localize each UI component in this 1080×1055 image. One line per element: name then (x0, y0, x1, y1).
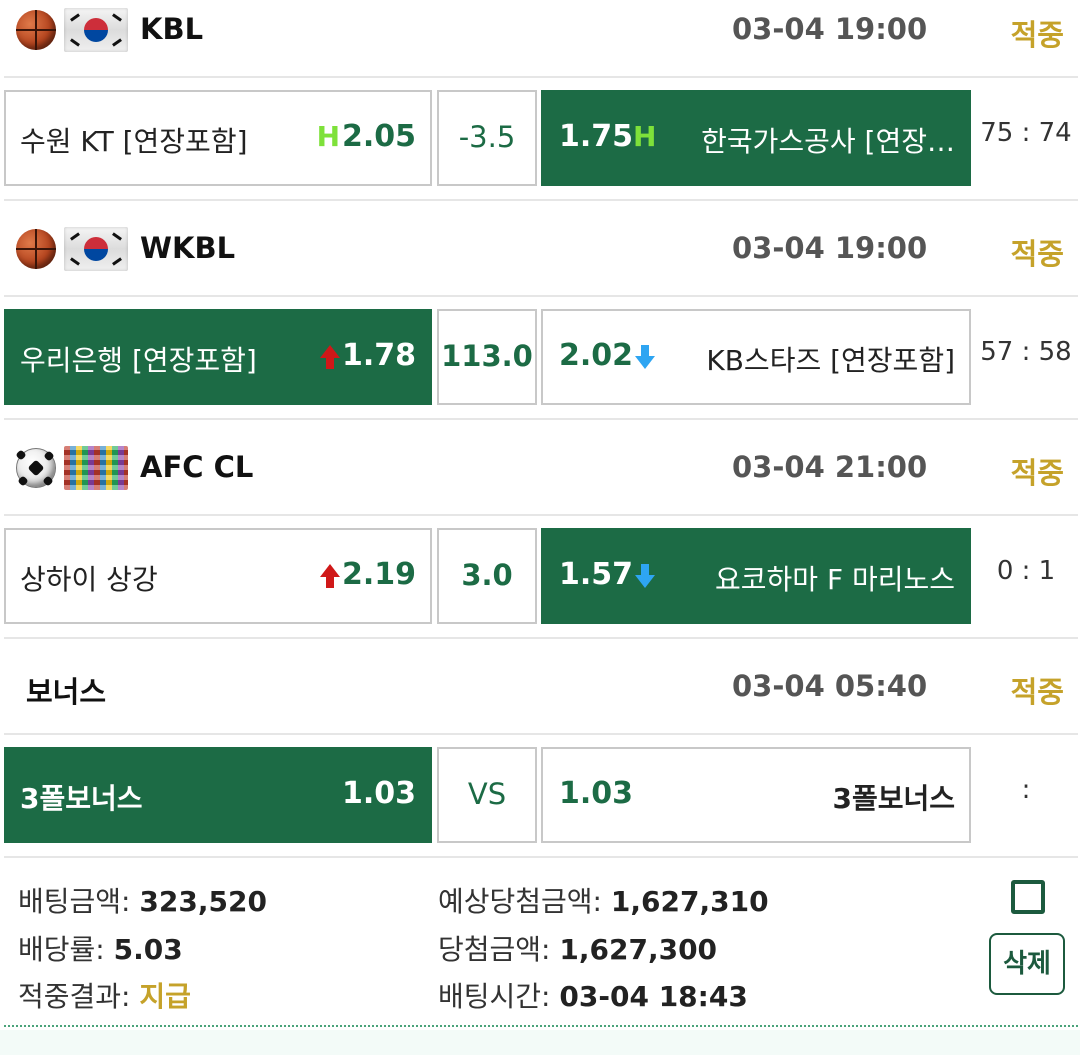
league-name: WKBL (140, 231, 236, 265)
winnings-label: 당첨금액: (438, 933, 551, 966)
korea-flag-icon (64, 227, 128, 271)
away-team-name: 요코하마 F 마리노스 (715, 563, 955, 596)
next-item-strip (0, 1030, 1080, 1055)
league-name: AFC CL (140, 450, 254, 484)
delete-button[interactable]: 삭제 (989, 933, 1065, 995)
away-team-name: KB스타즈 [연장포함] (706, 344, 955, 377)
home-bet-cell[interactable]: 상하이 상강 2.19 (4, 528, 432, 624)
result-label: 적중결과: (18, 980, 131, 1013)
handicap-value: -3.5 (458, 120, 516, 154)
away-bet-cell[interactable]: 2.02 KB스타즈 [연장포함] (541, 309, 971, 405)
basketball-icon (16, 10, 56, 50)
home-team-name: 상하이 상강 (20, 563, 158, 596)
h-marker-icon: H (316, 120, 340, 153)
handicap-cell: 113.0 (437, 309, 537, 405)
status-badge: 적중 (1010, 456, 1064, 490)
home-team-name: 수원 KT [연장포함] (20, 125, 248, 158)
expected-label: 예상당첨금액: (438, 885, 602, 918)
handicap-cell: VS (437, 747, 537, 843)
select-checkbox[interactable] (1011, 880, 1045, 914)
game-header-kbl: KBL 03-04 19:00 적중 (0, 0, 1080, 66)
bet-amount-line: 배팅금액: 323,520 (18, 880, 267, 920)
expected-line: 예상당첨금액: 1,627,310 (438, 880, 769, 920)
away-odds: 1.03 (559, 776, 634, 811)
world-flags-icon (64, 446, 128, 490)
away-bet-cell[interactable]: 1.75 H 한국가스공사 [연장… (541, 90, 971, 186)
dividend-value: 5.03 (113, 933, 183, 966)
arrow-up-icon (318, 345, 342, 371)
bet-amount-label: 배팅금액: (18, 885, 131, 918)
home-odds: 2.19 (341, 557, 416, 592)
game-header-wkbl: WKBL 03-04 19:00 적중 (0, 219, 1080, 285)
home-odds: 1.78 (341, 338, 416, 373)
game-datetime: 03-04 21:00 (732, 450, 928, 484)
game-row-bonus: 3폴보너스 1.03 VS 1.03 3폴보너스 : (0, 747, 1080, 847)
game-datetime: 03-04 19:00 (732, 12, 928, 46)
away-team-name: 한국가스공사 [연장… (701, 125, 955, 158)
divider (4, 514, 1078, 516)
divider (4, 637, 1078, 639)
home-bet-cell[interactable]: 수원 KT [연장포함] H 2.05 (4, 90, 432, 186)
bet-time-line: 배팅시간: 03-04 18:43 (438, 975, 748, 1015)
game-datetime: 03-04 05:40 (732, 669, 928, 703)
h-marker-icon: H (633, 120, 657, 153)
home-team-name: 우리은행 [연장포함] (20, 344, 257, 377)
result-value: 지급 (139, 980, 191, 1013)
league-name: 보너스 (26, 675, 107, 709)
status-badge: 적중 (1010, 675, 1064, 709)
away-odds: 1.57 (559, 557, 634, 592)
winnings-value: 1,627,300 (559, 933, 718, 966)
divider (4, 76, 1078, 78)
bet-amount-value: 323,520 (139, 885, 267, 918)
home-bet-cell[interactable]: 3폴보너스 1.03 (4, 747, 432, 843)
soccer-ball-icon (15, 448, 56, 488)
away-bet-cell[interactable]: 1.57 요코하마 F 마리노스 (541, 528, 971, 624)
league-name: KBL (140, 12, 204, 46)
game-header-bonus: 보너스 03-04 05:40 적중 (0, 657, 1080, 723)
result-line: 적중결과: 지급 (18, 975, 191, 1015)
game-datetime: 03-04 19:00 (732, 231, 928, 265)
dividend-line: 배당률: 5.03 (18, 928, 183, 968)
korea-flag-icon (64, 8, 128, 52)
game-row-afc-cl: 상하이 상강 2.19 3.0 1.57 요코하마 F 마리노스 0 : 1 (0, 528, 1080, 628)
handicap-cell: -3.5 (437, 90, 537, 186)
status-badge: 적중 (1010, 18, 1064, 52)
divider (4, 733, 1078, 735)
game-score: 75 : 74 (980, 118, 1072, 148)
divider (4, 199, 1078, 201)
dividend-label: 배당률: (18, 933, 105, 966)
handicap-cell: 3.0 (437, 528, 537, 624)
expected-value: 1,627,310 (610, 885, 769, 918)
arrow-down-icon (633, 345, 657, 371)
away-bet-cell[interactable]: 1.03 3폴보너스 (541, 747, 971, 843)
game-row-wkbl: 우리은행 [연장포함] 1.78 113.0 2.02 KB스타즈 [연장포함]… (0, 309, 1080, 409)
home-team-name: 3폴보너스 (20, 782, 143, 815)
handicap-value: 3.0 (461, 558, 513, 592)
home-bet-cell[interactable]: 우리은행 [연장포함] 1.78 (4, 309, 432, 405)
bet-summary: 배팅금액: 323,520 배당률: 5.03 적중결과: 지급 예상당첨금액:… (0, 858, 1080, 1028)
game-row-kbl: 수원 KT [연장포함] H 2.05 -3.5 1.75 H 한국가스공사 [… (0, 90, 1080, 190)
divider (4, 418, 1078, 420)
winnings-line: 당첨금액: 1,627,300 (438, 928, 717, 968)
arrow-up-icon (318, 564, 342, 590)
home-odds: 1.03 (341, 776, 416, 811)
away-team-name: 3폴보너스 (832, 782, 955, 815)
basketball-icon (16, 229, 56, 269)
bet-time-value: 03-04 18:43 (559, 980, 748, 1013)
game-score: 57 : 58 (980, 337, 1072, 367)
handicap-value: 113.0 (441, 339, 533, 373)
game-score: : (1021, 775, 1031, 805)
away-odds: 2.02 (559, 338, 634, 373)
bet-time-label: 배팅시간: (438, 980, 551, 1013)
home-odds: 2.05 (341, 119, 416, 154)
status-badge: 적중 (1010, 237, 1064, 271)
divider (4, 295, 1078, 297)
dotted-divider (4, 1025, 1078, 1027)
vs-label: VS (467, 777, 507, 811)
game-header-afc-cl: AFC CL 03-04 21:00 적중 (0, 438, 1080, 504)
arrow-down-icon (633, 564, 657, 590)
game-score: 0 : 1 (996, 556, 1056, 586)
away-odds: 1.75 (559, 119, 634, 154)
